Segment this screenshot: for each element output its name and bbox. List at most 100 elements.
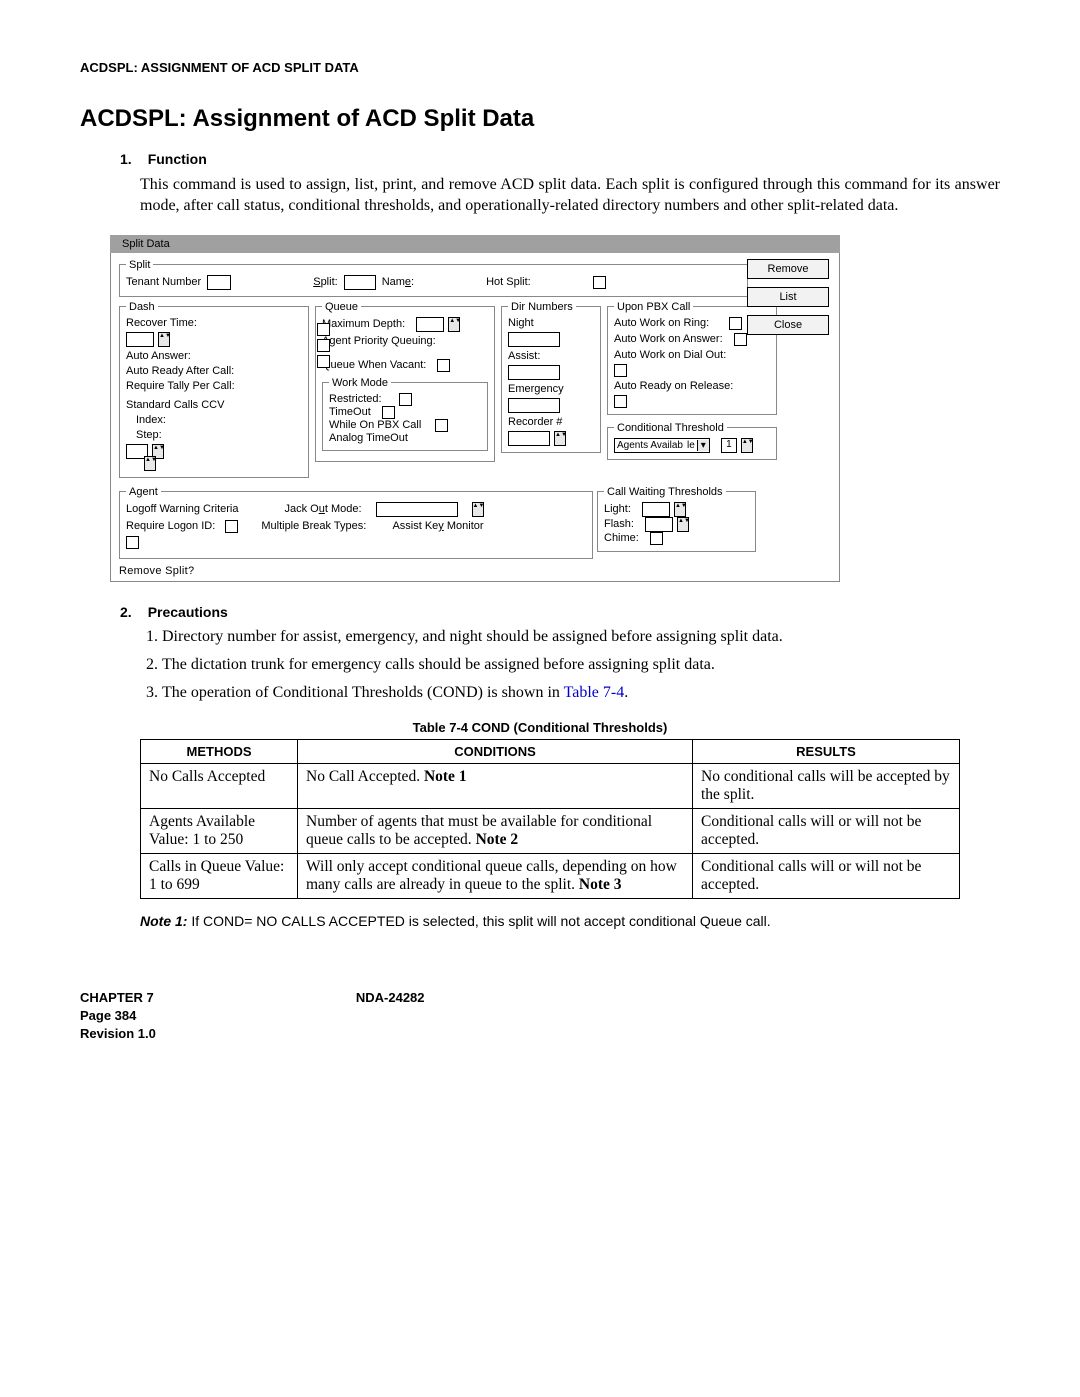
split-data-window: Split Data Remove List Close Split Tenan… (110, 235, 840, 582)
awr-checkbox[interactable] (729, 317, 742, 330)
recorder-label: Recorder # (508, 416, 594, 428)
timeout-checkbox[interactable] (382, 406, 395, 419)
tally-label: Require Tally Per Call: (126, 380, 235, 392)
function-text: This command is used to assign, list, pr… (140, 175, 1000, 217)
jack-out-label: Jack Out Mode: (285, 503, 362, 515)
recorder-input[interactable] (508, 431, 550, 446)
precaution-3: The operation of Conditional Thresholds … (162, 684, 1000, 702)
hot-split-label: Hot Split: (486, 276, 531, 288)
recover-time-spinner[interactable]: ▲▼ (158, 332, 170, 347)
remove-split-label: Remove Split? (119, 565, 831, 577)
cwt-legend: Call Waiting Thresholds (604, 486, 726, 498)
cond-value-spinner[interactable]: ▲▼ (741, 438, 753, 453)
recover-time-input[interactable] (126, 332, 154, 347)
precaution-1: Directory number for assist, emergency, … (162, 628, 1000, 646)
note-1: Note 1: If COND= NO CALLS ACCEPTED is se… (140, 913, 1000, 929)
section-1-title: Function (148, 151, 207, 167)
require-logon-label: Require Logon ID: (126, 520, 215, 532)
split-num-label: Split: (313, 276, 337, 288)
logoff-label: Logoff Warning Criteria (126, 503, 239, 515)
awa-checkbox[interactable] (734, 333, 747, 346)
assist-label: Assist: (508, 350, 594, 362)
awd-checkbox[interactable] (614, 364, 627, 377)
require-logon-checkbox[interactable] (225, 520, 238, 533)
auto-answer-label: Auto Answer: (126, 350, 191, 362)
ccv-spinner-2[interactable]: ▲▼ (144, 456, 156, 471)
tenant-input[interactable] (207, 275, 231, 290)
dash-group: Dash Recover Time: ▲▼ Auto Answer: Auto … (119, 301, 309, 478)
flash-input[interactable] (645, 517, 673, 532)
while-pbx-checkbox[interactable] (435, 419, 448, 432)
close-button[interactable]: Close (747, 315, 829, 335)
page-title: ACDSPL: Assignment of ACD Split Data (80, 105, 1000, 133)
cond-legend: Conditional Threshold (614, 422, 727, 434)
emergency-label: Emergency (508, 383, 594, 395)
cond-table: METHODS CONDITIONS RESULTS No Calls Acce… (140, 739, 960, 899)
ccv-label: Standard Calls CCV (126, 399, 302, 411)
table-row: Calls in Queue Value: 1 to 699 Will only… (141, 853, 960, 898)
cond-value-input[interactable]: 1 (721, 438, 737, 453)
split-legend: Split (126, 259, 153, 271)
light-input[interactable] (642, 502, 670, 517)
remove-button[interactable]: Remove (747, 259, 829, 279)
chevron-down-icon: ▾ (697, 440, 709, 451)
precautions-list: Directory number for assist, emergency, … (140, 628, 1000, 702)
analog-timeout-label: Analog TimeOut (329, 432, 481, 444)
list-button[interactable]: List (747, 287, 829, 307)
emergency-input[interactable] (508, 398, 560, 413)
flash-spinner[interactable]: ▲▼ (677, 517, 689, 532)
tally-checkbox[interactable] (317, 355, 330, 368)
qwv-checkbox[interactable] (437, 359, 450, 372)
light-label: Light: (604, 503, 631, 515)
auto-ready-label: Auto Ready After Call: (126, 365, 234, 377)
night-input[interactable] (508, 332, 560, 347)
dash-legend: Dash (126, 301, 158, 313)
aror-checkbox[interactable] (614, 395, 627, 408)
index-label: Index: (136, 414, 302, 426)
agent-checkbox[interactable] (126, 536, 139, 549)
page-footer: CHAPTER 7 Page 384 Revision 1.0 NDA-2428… (80, 989, 1000, 1044)
dir-legend: Dir Numbers (508, 301, 576, 313)
col-results: RESULTS (693, 739, 960, 763)
chime-checkbox[interactable] (650, 532, 663, 545)
restricted-checkbox[interactable] (399, 393, 412, 406)
light-spinner[interactable]: ▲▼ (674, 502, 686, 517)
max-depth-label: Maximum Depth: (322, 318, 405, 330)
section-1-number: 1. (120, 151, 132, 167)
auto-answer-checkbox[interactable] (317, 323, 330, 336)
window-title: Split Data (110, 235, 840, 253)
apq-label: Agent Priority Queuing: (322, 335, 488, 347)
aror-label: Auto Ready on Release: (614, 380, 733, 392)
table-row: Agents Available Value: 1 to 250 Number … (141, 808, 960, 853)
agent-group: Agent Logoff Warning Criteria Jack Out M… (119, 486, 593, 559)
chime-label: Chime: (604, 532, 639, 544)
name-label: Name: (382, 276, 414, 288)
table-caption: Table 7-4 COND (Conditional Thresholds) (80, 720, 1000, 735)
footer-page: Page 384 (80, 1007, 156, 1025)
recorder-spinner[interactable]: ▲▼ (554, 431, 566, 446)
table-7-4-link[interactable]: Table 7-4 (564, 684, 625, 701)
jack-out-input[interactable] (376, 502, 458, 517)
auto-ready-checkbox[interactable] (317, 339, 330, 352)
multiple-break-label: Multiple Break Types: (261, 520, 366, 532)
col-methods: METHODS (141, 739, 298, 763)
agent-legend: Agent (126, 486, 161, 498)
hot-split-checkbox[interactable] (593, 276, 606, 289)
max-depth-spinner[interactable]: ▲▼ (448, 317, 460, 332)
restricted-label: Restricted: (329, 393, 382, 405)
flash-label: Flash: (604, 518, 634, 530)
cond-method-dropdown[interactable]: Agents Availab le ▾ (614, 438, 710, 453)
dir-numbers-group: Dir Numbers Night Assist: Emergency Reco… (501, 301, 601, 453)
jack-out-spinner[interactable]: ▲▼ (472, 502, 484, 517)
work-mode-group: Work Mode Restricted: TimeOut While On P… (322, 377, 488, 451)
section-2-title: Precautions (148, 604, 228, 620)
split-num-input[interactable] (344, 275, 376, 290)
section-2-number: 2. (120, 604, 132, 620)
awa-label: Auto Work on Answer: (614, 333, 723, 345)
work-mode-legend: Work Mode (329, 377, 391, 389)
assist-input[interactable] (508, 365, 560, 380)
while-pbx-label: While On PBX Call (329, 419, 421, 431)
max-depth-input[interactable] (416, 317, 444, 332)
queue-legend: Queue (322, 301, 361, 313)
precaution-2: The dictation trunk for emergency calls … (162, 656, 1000, 674)
